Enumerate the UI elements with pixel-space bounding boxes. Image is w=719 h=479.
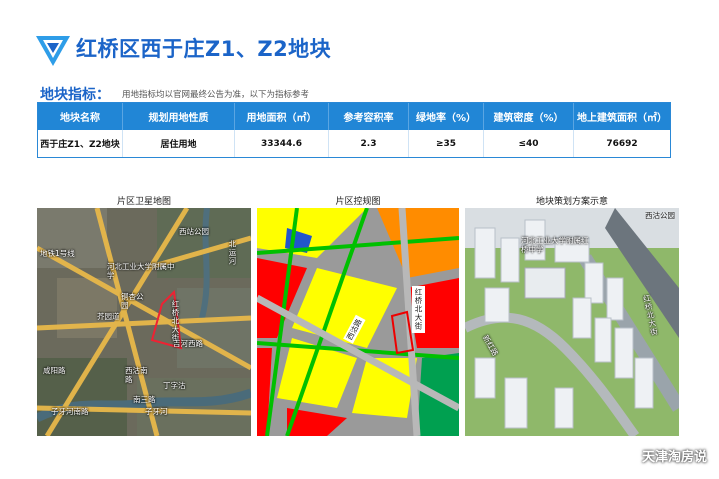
column-header: 地上建筑面积（㎡） — [577, 113, 667, 124]
table-header-row: 地块名称 规划用地性质 用地面积（㎡） 参考容积率 绿地率（%） 建筑密度（%）… — [38, 103, 670, 130]
label-nansan-rd: 南三路 — [133, 395, 156, 404]
label-school: 河北工业大学附属中学 — [107, 262, 175, 280]
label-xigu-park: 西沽公园 — [645, 211, 675, 220]
label-jieyuan-rd: 芥园道 — [97, 312, 120, 321]
label-xigu-south-rd: 西沽南路 — [125, 366, 148, 384]
label-hongqiao-north-st: 红桥北大街 — [412, 286, 425, 333]
cell-green-ratio: ≥35 — [409, 130, 484, 157]
indicators-label: 地块指标： — [40, 87, 110, 103]
column-header: 规划用地性质 — [123, 103, 235, 130]
column-header: 参考容积率 — [329, 103, 409, 130]
cell-site-area: 33344.6 — [235, 130, 329, 157]
table-row: 西于庄Z1、Z2地块 居住用地 33344.6 2.3 ≥35 ≤40 7669… — [38, 130, 670, 157]
zoning-map-caption: 片区控规图 — [335, 197, 381, 207]
cell-density: ≤40 — [484, 130, 574, 157]
label-ziya-river: 子牙河 — [145, 407, 168, 416]
label-tongxing-park: 铜杏公园 — [121, 292, 144, 310]
scheme-caption: 地块策划方案示意 — [535, 197, 608, 207]
label-metro-line: 地铁1号线 — [40, 249, 75, 258]
label-school: 河北工业大学附属红桥中学 — [521, 236, 589, 254]
label-hongqiao-north-st: 红桥北大街 — [171, 300, 180, 343]
column-header: 绿地率（%） — [409, 103, 484, 130]
label-ziya-south-rd: 子牙河南路 — [51, 407, 89, 416]
column-header: 建筑密度（%） — [484, 103, 574, 130]
label-north-canal: 北运河 — [228, 240, 237, 266]
satellite-map-caption: 片区卫星地图 — [116, 197, 171, 207]
title-logo-icon — [36, 36, 70, 66]
label-jihe-west-rd: 吉河西路 — [173, 339, 203, 348]
column-header: 地块名称 — [38, 103, 123, 130]
satellite-map: 地铁1号线 西站公园 北运河 河北工业大学附属中学 铜杏公园 红桥北大街 芥园道… — [37, 208, 251, 436]
page-title: 红桥区西于庄Z1、Z2地块 — [76, 37, 332, 61]
indicators-note: 用地指标均以官网最终公告为准，以下为指标参考 — [122, 90, 310, 100]
watermark: 天津淘房说 — [641, 450, 707, 465]
scheme-render: 河北工业大学附属红桥中学 红桥北大街 新红路 西沽公园 — [465, 208, 679, 436]
cell-far: 2.3 — [329, 130, 409, 157]
zoning-map: 红桥北大街 西沽路 — [257, 208, 459, 436]
cell-plot-name: 西于庄Z1、Z2地块 — [38, 130, 123, 157]
label-dingzigu: 丁字沽 — [163, 381, 186, 390]
cell-gfa: 76692 — [574, 130, 670, 157]
label-xianyang-rd: 咸阳路 — [43, 366, 66, 375]
cell-land-use: 居住用地 — [123, 130, 235, 157]
label-park: 西站公园 — [179, 227, 209, 236]
indicators-table: 地块名称 规划用地性质 用地面积（㎡） 参考容积率 绿地率（%） 建筑密度（%）… — [37, 102, 671, 158]
column-header: 用地面积（㎡） — [235, 103, 329, 130]
